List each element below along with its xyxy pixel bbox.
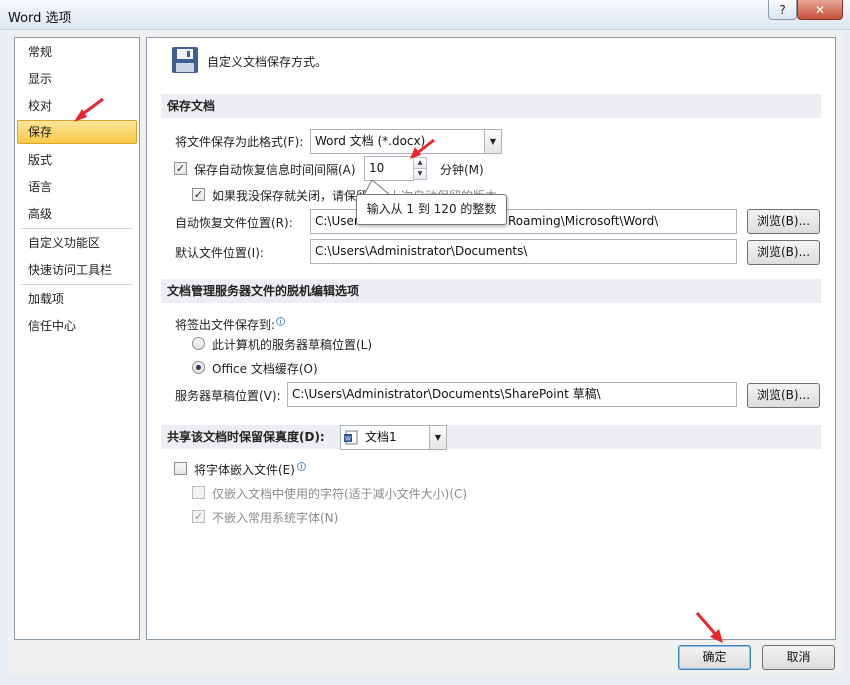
default-location-input[interactable]: C:\Users\Administrator\Documents\ (310, 239, 737, 264)
fidelity-label: 共享该文档时保留保真度(D): (167, 430, 325, 444)
no-common-fonts-label: 不嵌入常用系统字体(N) (212, 511, 339, 525)
autorecover-label: 保存自动恢复信息时间间隔(A) (194, 163, 356, 177)
annotation-arrow-icon (74, 97, 104, 122)
autorecover-location-value-end: Roaming\Microsoft\Word\ (508, 214, 659, 228)
fidelity-document-value: 文档1 (365, 430, 397, 444)
chevron-down-icon[interactable]: ▼ (484, 130, 501, 153)
option-office-cache-label: Office 文档缓存(O) (212, 362, 318, 376)
help-button[interactable]: ? (768, 0, 797, 20)
nav-item-display[interactable]: 显示 (17, 67, 137, 91)
browse-autorecover-button[interactable]: 浏览(B)... (747, 209, 820, 234)
default-location-label: 默认文件位置(I): (175, 246, 264, 260)
keep-last-version-checkbox[interactable]: ✓ (192, 188, 205, 201)
radio-office-cache[interactable] (192, 361, 205, 374)
minutes-label: 分钟(M) (440, 163, 484, 177)
fidelity-document-select[interactable]: W 文档1 ▼ (340, 425, 447, 450)
cancel-button[interactable]: 取消 (762, 645, 835, 670)
annotation-arrow-icon (695, 612, 723, 643)
section-save-documents: 保存文档 (161, 94, 821, 118)
embed-fonts-checkbox[interactable] (174, 462, 187, 475)
option-server-drafts-label: 此计算机的服务器草稿位置(L) (212, 338, 373, 352)
embed-used-chars-label: 仅嵌入文档中使用的字符(适于减小文件大小)(C) (212, 487, 468, 501)
nav-item-quick-access[interactable]: 快速访问工具栏 (17, 258, 137, 282)
spin-down-icon[interactable]: ▼ (413, 168, 427, 180)
embed-used-chars-checkbox[interactable] (192, 486, 205, 499)
nav-item-customize-ribbon[interactable]: 自定义功能区 (17, 231, 137, 255)
radio-server-drafts[interactable] (192, 337, 205, 350)
autorecover-location-label: 自动恢复文件位置(R): (175, 216, 293, 230)
browse-drafts-button[interactable]: 浏览(B)... (747, 383, 820, 408)
info-icon: i (297, 462, 306, 471)
section-offline-editing: 文档管理服务器文件的脱机编辑选项 (161, 279, 821, 303)
window-title: Word 选项 (8, 11, 72, 26)
nav-item-language[interactable]: 语言 (17, 175, 137, 199)
drafts-location-label: 服务器草稿位置(V): (175, 389, 281, 403)
browse-default-location-button[interactable]: 浏览(B)... (747, 240, 820, 265)
ok-button[interactable]: 确定 (678, 645, 751, 670)
embed-fonts-label: 将字体嵌入文件(E) (194, 463, 295, 477)
save-format-select[interactable]: Word 文档 (*.docx) ▼ (310, 129, 502, 154)
page-heading: 自定义文档保存方式。 (207, 55, 328, 69)
section-fidelity: 共享该文档时保留保真度(D): (161, 425, 821, 449)
keep-last-version-label: 如果我没保存就关闭，请保留 (212, 189, 369, 203)
checkout-label: 将签出文件保存到: (175, 318, 276, 332)
no-common-fonts-checkbox[interactable]: ✓ (192, 510, 205, 523)
drafts-location-input[interactable]: C:\Users\Administrator\Documents\SharePo… (287, 382, 737, 407)
word-document-icon: W (344, 430, 358, 445)
nav-item-general[interactable]: 常规 (17, 40, 137, 64)
svg-text:W: W (345, 436, 351, 443)
title-bar: Word 选项 ? ✕ (0, 0, 850, 30)
interval-tooltip: 输入从 1 到 120 的整数 (356, 194, 507, 225)
options-nav: 常规 显示 校对 保存 版式 语言 高级 自定义功能区 快速访问工具栏 加载项 … (14, 37, 140, 640)
nav-divider (21, 228, 133, 229)
nav-item-layout[interactable]: 版式 (17, 148, 137, 172)
info-icon: i (276, 317, 285, 326)
save-format-label: 将文件保存为此格式(F): (175, 135, 304, 149)
nav-item-advanced[interactable]: 高级 (17, 202, 137, 226)
nav-item-addins[interactable]: 加载项 (17, 287, 137, 311)
close-button[interactable]: ✕ (797, 0, 843, 20)
nav-divider (21, 284, 133, 285)
nav-item-trust-center[interactable]: 信任中心 (17, 314, 137, 338)
autorecover-checkbox[interactable]: ✓ (174, 162, 187, 175)
annotation-arrow-icon (410, 138, 435, 159)
chevron-down-icon[interactable]: ▼ (429, 426, 446, 449)
floppy-disk-icon (172, 47, 198, 73)
